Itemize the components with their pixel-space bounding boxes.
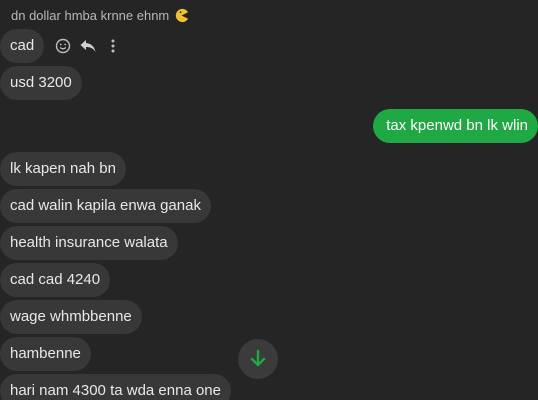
message-text: cad walin kapila enwa ganak bbox=[10, 197, 201, 214]
outgoing-message-bubble[interactable]: tax kpenwd bn lk wlin bbox=[373, 109, 538, 143]
message-bubble[interactable]: hambenne bbox=[0, 337, 91, 371]
message-bubble[interactable]: cad bbox=[0, 29, 45, 63]
message-bubble[interactable]: health insurance walata bbox=[0, 226, 178, 260]
message-text: cad cad 4240 bbox=[10, 271, 101, 288]
message-text: hari nam 4300 ta wda enna one bbox=[10, 382, 221, 399]
message-text: wage whmbbenne bbox=[10, 308, 132, 325]
message-bubble[interactable]: lk kapen nah bn bbox=[0, 152, 126, 186]
previous-message-text: dn dollar hmba krnne ehnm bbox=[11, 8, 170, 23]
reply-arrow-icon[interactable] bbox=[79, 37, 97, 55]
message-bubble[interactable]: cad cad 4240 bbox=[0, 263, 111, 297]
message-bubble[interactable]: wage whmbbenne bbox=[0, 300, 142, 334]
message-text: cad bbox=[10, 37, 35, 54]
chat-window: dn dollar hmba krnne ehnm cad usd 3200 t… bbox=[0, 0, 538, 400]
previous-message-preview[interactable]: dn dollar hmba krnne ehnm bbox=[11, 8, 189, 23]
message-text: health insurance walata bbox=[10, 234, 168, 251]
message-text: usd 3200 bbox=[10, 74, 72, 91]
pacman-emoji-icon bbox=[176, 8, 189, 23]
arrow-down-icon bbox=[250, 349, 266, 367]
message-bubble[interactable]: hari nam 4300 ta wda enna one bbox=[0, 374, 231, 400]
more-vertical-icon[interactable] bbox=[104, 37, 122, 55]
message-bubble[interactable]: cad walin kapila enwa ganak bbox=[0, 189, 211, 223]
smiley-icon[interactable] bbox=[54, 37, 72, 55]
message-text: hambenne bbox=[10, 345, 81, 362]
message-text: tax kpenwd bn lk wlin bbox=[386, 117, 528, 134]
scroll-to-bottom-button[interactable] bbox=[238, 339, 278, 379]
message-bubble[interactable]: usd 3200 bbox=[0, 66, 82, 100]
message-text: lk kapen nah bn bbox=[10, 160, 116, 177]
message-actions bbox=[54, 37, 122, 55]
